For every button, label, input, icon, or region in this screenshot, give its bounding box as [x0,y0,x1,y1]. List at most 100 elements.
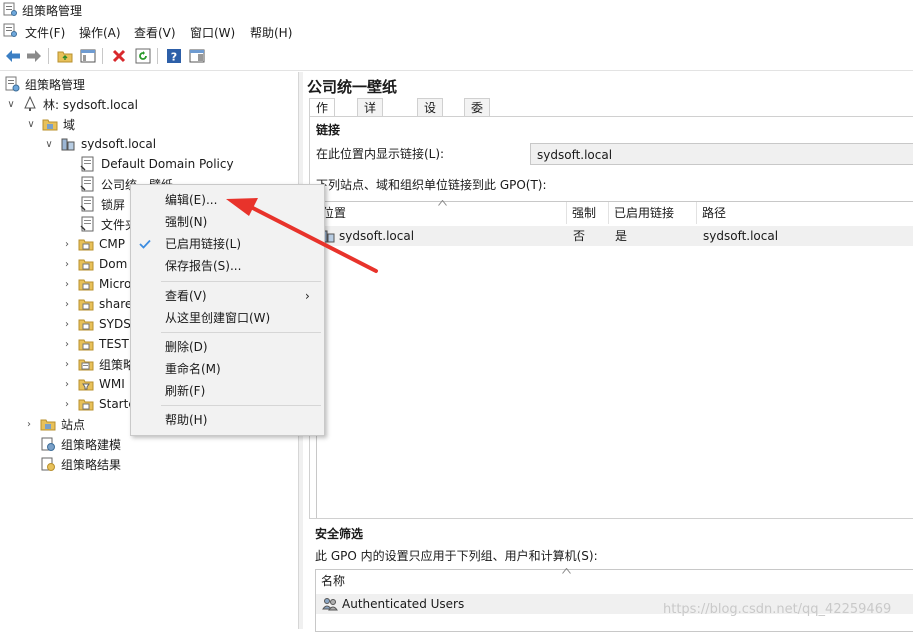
menu-item-view[interactable]: 查看(V) › [131,285,324,307]
cell-enforced: 否 [573,229,586,243]
tree-ou-syds[interactable]: › SYDS [62,314,131,334]
gpmc-app-icon [3,2,17,16]
menu-item-new-window[interactable]: 从这里创建窗口(W) [131,307,324,329]
tree-label: 组策略结果 [61,457,122,472]
menu-separator [161,281,321,282]
tree-ou-domain-controllers[interactable]: › Dom [62,254,127,274]
menu-window[interactable]: 窗口(W) [190,24,235,41]
toolbar-separator [48,48,49,64]
menu-item-rename[interactable]: 重命名(M) [131,358,324,380]
tree-item-folder-policy[interactable]: 文件夹 [80,214,137,234]
watermark-text: https://blog.csdn.net/qq_42259469 [663,602,892,617]
menu-item-label: 已启用链接(L) [165,237,242,251]
tree-label: TEST [99,337,129,351]
tab-delegation[interactable]: 委派 [464,98,491,133]
chevron-right-icon[interactable]: › [24,419,34,430]
tree-node-forest[interactable]: ∨ 林: sydsoft.local [6,94,138,114]
tree-wmi-filters[interactable]: › WMI [62,374,125,394]
back-button[interactable] [4,47,22,65]
chevron-right-icon[interactable]: › [62,379,72,390]
chevron-right-icon[interactable]: › [62,319,72,330]
gpo-link-icon [80,176,94,192]
tree-ou-share[interactable]: › share [62,294,132,314]
tree-item-default-domain-policy[interactable]: Default Domain Policy [80,154,234,174]
tree-root-gpmc[interactable]: 组策略管理 [4,74,85,94]
ou-folder-icon [78,339,94,351]
tree-starter-gpos[interactable]: › Starte [62,394,136,414]
gpo-link-icon [80,156,94,172]
chevron-right-icon: › [305,289,310,303]
tree-node-domain[interactable]: ∨ sydsoft.local [44,134,156,154]
tree-item-lockscreen[interactable]: 锁屏 [80,194,125,214]
menu-view[interactable]: 查看(V) [134,24,176,41]
table-row[interactable]: sydsoft.local 否 是 sydsoft.local [317,226,913,246]
help-button[interactable]: ? [165,47,183,65]
menu-item-edit[interactable]: 编辑(E)... [131,189,324,211]
column-header-path[interactable]: 路径 [697,202,913,224]
show-hide-tree-button[interactable] [79,47,97,65]
tree-label: CMP [99,237,125,251]
tree-group-policy-objects[interactable]: › 组策略 [62,354,135,374]
chevron-right-icon[interactable]: › [62,299,72,310]
tree-node-domains[interactable]: ∨ 域 [26,114,75,134]
column-header-link-enabled[interactable]: 已启用链接 [609,202,697,224]
menu-item-link-enabled[interactable]: 已启用链接(L) [131,233,324,255]
users-group-icon [322,598,338,611]
tree-ou-microsoft[interactable]: › Micro [62,274,131,294]
tab-details[interactable]: 详细信息 [357,98,384,169]
gpo-title: 公司统一壁纸 [307,78,398,96]
forward-button[interactable] [25,47,43,65]
menu-item-enforced[interactable]: 强制(N) [131,211,324,233]
delete-button[interactable] [110,47,128,65]
security-table: 名称 Authenticated Users [315,568,913,632]
chevron-right-icon[interactable]: › [62,399,72,410]
tab-settings[interactable]: 设置 [417,98,444,133]
tree-node-gp-modeling[interactable]: 组策略建模 [40,434,121,454]
menu-item-refresh[interactable]: 刷新(F) [131,380,324,402]
menu-item-label: 查看(V) [165,289,207,303]
tree-ou-test[interactable]: › TEST [62,334,129,354]
tab-scope[interactable]: 作用域 [309,98,336,151]
ou-folder-icon [78,259,94,271]
action-pane-button[interactable] [188,47,206,65]
menu-file[interactable]: 文件(F) [25,24,65,41]
gpo-link-icon [80,196,94,212]
tree-node-sites[interactable]: › 站点 [24,414,85,434]
menu-item-save-report[interactable]: 保存报告(S)... [131,255,324,277]
tree-label: 域 [63,117,76,132]
system-menu-icon[interactable] [3,23,17,37]
tree-node-gp-results[interactable]: 组策略结果 [40,454,121,474]
menu-item-help[interactable]: 帮助(H) [131,409,324,431]
chevron-down-icon[interactable]: ∨ [44,139,54,150]
chevron-right-icon[interactable]: › [62,359,72,370]
chevron-right-icon[interactable]: › [62,339,72,350]
tree-ou-cmp[interactable]: › CMP [62,234,125,254]
help-icon: ? [167,49,181,64]
chevron-right-icon[interactable]: › [62,239,72,250]
menu-help[interactable]: 帮助(H) [250,24,292,41]
security-heading: 安全筛选 [315,527,364,541]
menu-action[interactable]: 操作(A) [79,24,121,41]
ou-folder-icon [78,319,94,331]
menu-item-label: 强制(N) [165,215,208,229]
column-header-enforced[interactable]: 强制 [567,202,609,224]
chevron-right-icon[interactable]: › [62,279,72,290]
location-select[interactable]: sydsoft.local [530,143,913,165]
cell-path: sydsoft.local [703,229,779,243]
refresh-button[interactable] [134,47,152,65]
chevron-right-icon[interactable]: › [62,259,72,270]
toolbar-separator [157,48,158,64]
gp-results-icon [41,457,55,471]
wmi-filter-icon [78,379,94,391]
links-heading: 链接 [316,123,341,137]
menu-item-delete[interactable]: 删除(D) [131,336,324,358]
menu-item-label: 保存报告(S)... [165,259,242,273]
menu-separator [161,332,321,333]
menu-item-label: 编辑(E)... [165,193,218,207]
column-header-name[interactable]: 名称 [316,570,913,592]
chevron-down-icon[interactable]: ∨ [26,119,36,130]
sites-icon [40,419,56,431]
tree-label: Micro [99,277,132,291]
chevron-down-icon[interactable]: ∨ [6,99,16,110]
up-folder-button[interactable] [56,47,74,65]
